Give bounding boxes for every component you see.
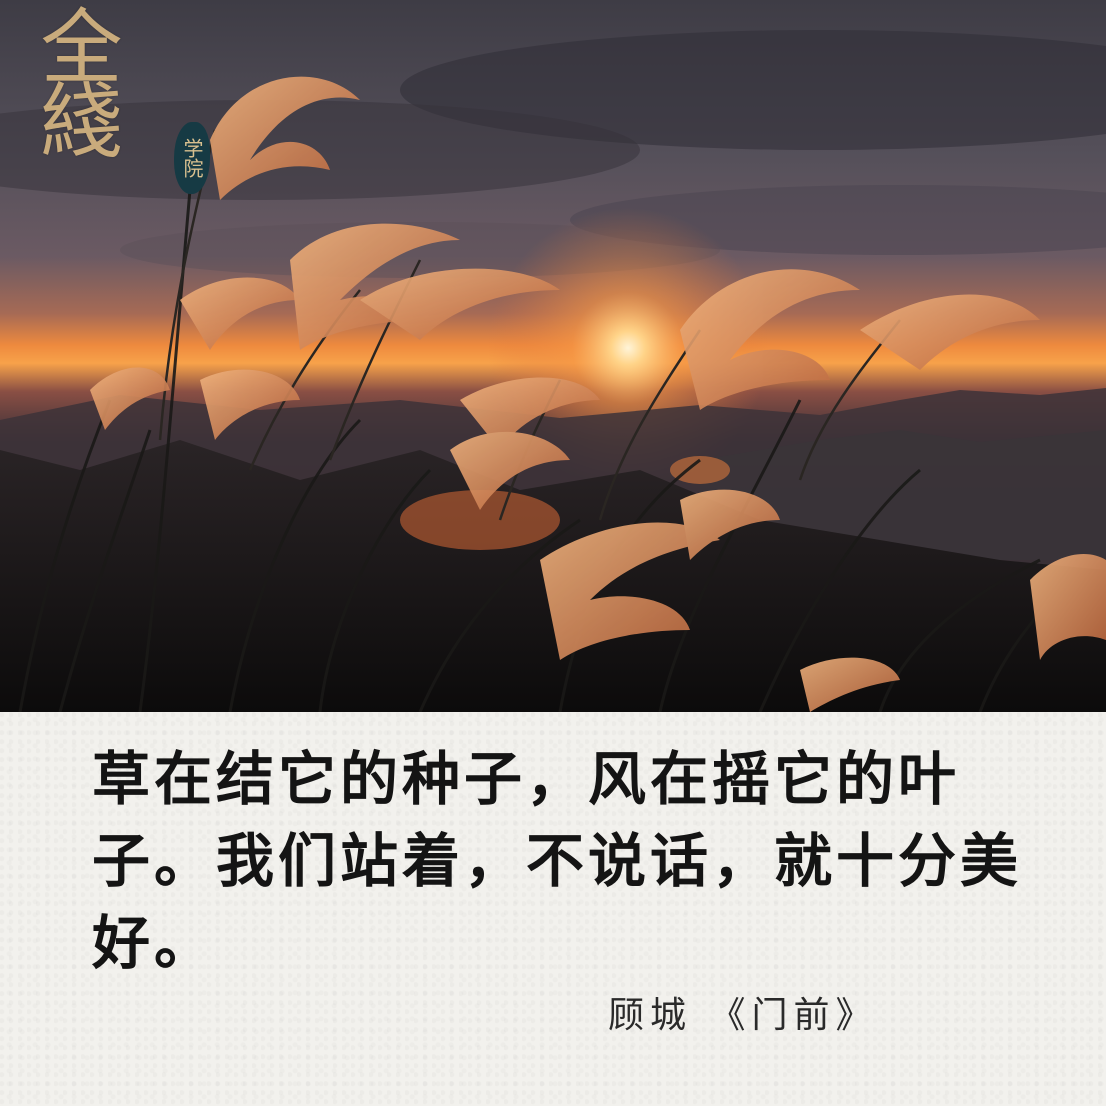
quanxian-academy-logo: 全綫 学院 (26, 4, 210, 214)
poem-quote: 草在结它的种子，风在摇它的叶子。我们站着，不说话，就十分美好。 (92, 745, 1023, 977)
quote-attribution: 顾城 《门前》 (608, 995, 878, 1036)
quote-panel: 草在结它的种子，风在摇它的叶子。我们站着，不说话，就十分美好。 顾城 《门前》 (0, 712, 1106, 1106)
logo-seal: 学院 (174, 122, 210, 194)
logo-calligraphy: 全綫 (26, 4, 121, 152)
